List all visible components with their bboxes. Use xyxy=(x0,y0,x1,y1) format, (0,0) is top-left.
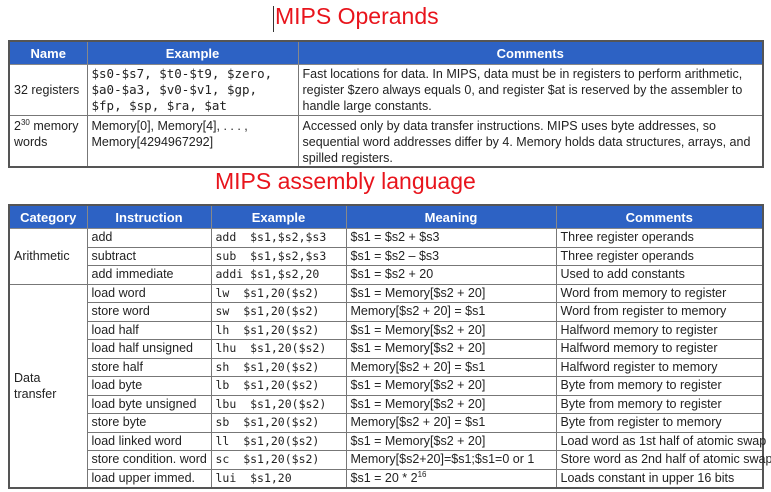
meaning-cell: $s1 = Memory[$s2 + 20] xyxy=(345,339,557,359)
comments-cell: Used to add constants xyxy=(555,265,764,285)
meaning-exponent: 16 xyxy=(417,469,427,479)
example-cell: add $s1,$s2,$s3 xyxy=(210,228,347,248)
comments-cell: Three register operands xyxy=(555,228,764,248)
instruction-cell: add immediate xyxy=(86,265,212,285)
comments-cell: Word from register to memory xyxy=(555,302,764,322)
comments-cell: Halfword register to memory xyxy=(555,357,764,377)
header-name: Name xyxy=(8,40,88,65)
example-cell: sh $s1,20($s2) xyxy=(210,357,347,377)
comments-cell: Load word as 1st half of atomic swap xyxy=(555,431,766,451)
table-row: store byte sb $s1,20($s2) Memory[$s2 + 20]… xyxy=(9,413,764,433)
meaning-cell: $s1 = Memory[$s2 + 20] xyxy=(345,376,557,396)
header-example: Example xyxy=(86,40,299,65)
header-instruction: Instruction xyxy=(86,204,212,229)
table-row: store half sh $s1,20($s2) Memory[$s2 + 20]… xyxy=(9,357,764,377)
name-exponent: 30 xyxy=(20,117,30,127)
instruction-cell: load word xyxy=(86,283,212,303)
comments-cell: Word from memory to register xyxy=(555,283,764,303)
assembly-table: Category Instruction Example Meaning Com… xyxy=(8,204,771,489)
example-cell: lh $s1,20($s2) xyxy=(210,320,347,340)
instruction-cell: load half xyxy=(86,320,212,340)
operand-name: 230 memory words xyxy=(8,115,88,168)
operands-table: Name Example Comments 32 registers $s0-$… xyxy=(8,40,764,168)
instruction-cell: load linked word xyxy=(86,431,212,451)
meaning-base: $s1 = 20 * 2 xyxy=(350,470,418,485)
instruction-cell: store byte xyxy=(86,413,212,433)
instruction-cell: subtract xyxy=(86,246,212,266)
table-row: load half unsigned lhu $s1,20($s2) $s1 = M… xyxy=(9,339,764,359)
comments-cell: Three register operands xyxy=(555,246,764,266)
example-cell: lb $s1,20($s2) xyxy=(210,376,347,396)
header-comments: Comments xyxy=(297,40,764,65)
example-cell: lui $s1,20 xyxy=(210,468,347,489)
comments-cell: Halfword memory to register xyxy=(555,339,764,359)
instruction-cell: load half unsigned xyxy=(86,339,212,359)
operand-example: $s0-$s7, $t0-$t9, $zero, $a0-$a3, $v0-$v… xyxy=(86,64,299,116)
example-cell: lbu $s1,20($s2) xyxy=(210,394,347,414)
assembly-header-row: Category Instruction Example Meaning Com… xyxy=(8,204,764,229)
operand-name: 32 registers xyxy=(8,64,88,116)
table-row: load linked word ll $s1,20($s2) $s1 = Memo… xyxy=(9,431,766,451)
comments-cell: Store word as 2nd half of atomic swap xyxy=(555,450,771,470)
comments-cell: Halfword memory to register xyxy=(555,320,764,340)
meaning-cell: Memory[$s2+20]=$s1;$s1=0 or 1 xyxy=(345,450,557,470)
instruction-cell: store half xyxy=(86,357,212,377)
operand-comments: Fast locations for data. In MIPS, data m… xyxy=(297,64,764,116)
table-row: store condition. word sc $s1,20($s2) Memor… xyxy=(9,450,771,470)
meaning-cell: $s1 = $s2 + $s3 xyxy=(345,228,557,248)
header-meaning: Meaning xyxy=(345,204,557,229)
meaning-cell: Memory[$s2 + 20] = $s1 xyxy=(345,357,557,377)
meaning-cell: $s1 = Memory[$s2 + 20] xyxy=(345,431,557,451)
category-cell: Arithmetic xyxy=(8,228,88,285)
header-category: Category xyxy=(8,204,88,229)
table-row: load half lh $s1,20($s2) $s1 = Memory[$s2 … xyxy=(9,320,764,340)
meaning-cell: $s1 = $s2 – $s3 xyxy=(345,246,557,266)
example-cell: sub $s1,$s2,$s3 xyxy=(210,246,347,266)
example-cell: ll $s1,20($s2) xyxy=(210,431,347,451)
table-row: Data transfer load word lw $s1,20($s2) $s1 … xyxy=(8,283,764,489)
meaning-cell: Memory[$s2 + 20] = $s1 xyxy=(345,302,557,322)
name-base: 2 xyxy=(14,119,21,133)
category-cell: Data transfer xyxy=(8,283,88,489)
table-row: load upper immed. lui $s1,20 $s1 = 20 * 21… xyxy=(9,468,764,489)
instruction-cell: load byte unsigned xyxy=(86,394,212,414)
instruction-cell: add xyxy=(86,228,212,248)
text-cursor xyxy=(273,6,274,32)
example-cell: lhu $s1,20($s2) xyxy=(210,339,347,359)
operands-header-row: Name Example Comments xyxy=(8,40,764,65)
operand-comments: Accessed only by data transfer instructi… xyxy=(297,115,764,168)
operands-title: MIPS Operands xyxy=(275,3,439,29)
comments-cell: Byte from memory to register xyxy=(555,394,764,414)
header-comments: Comments xyxy=(555,204,764,229)
meaning-cell: $s1 = Memory[$s2 + 20] xyxy=(345,320,557,340)
header-example: Example xyxy=(210,204,347,229)
table-row: add immediate addi $s1,$s2,20 $s1 = $s2 + … xyxy=(9,265,764,285)
example-cell: sw $s1,20($s2) xyxy=(210,302,347,322)
example-cell: addi $s1,$s2,20 xyxy=(210,265,347,285)
comments-cell: Byte from memory to register xyxy=(555,376,764,396)
meaning-cell: $s1 = $s2 + 20 xyxy=(345,265,557,285)
table-row: load byte unsigned lbu $s1,20($s2) $s1 = M… xyxy=(9,394,764,414)
meaning-cell: Memory[$s2 + 20] = $s1 xyxy=(345,413,557,433)
comments-cell: Loads constant in upper 16 bits xyxy=(555,468,764,489)
instruction-cell: load upper immed. xyxy=(86,468,212,489)
table-row: 32 registers $s0-$s7, $t0-$t9, $zero, $a… xyxy=(8,64,764,116)
table-row: Arithmetic add add $s1,$s2,$s3 $s1 = $s2 + … xyxy=(8,228,764,285)
example-cell: sc $s1,20($s2) xyxy=(210,450,347,470)
instruction-cell: store word xyxy=(86,302,212,322)
meaning-cell: $s1 = 20 * 216 xyxy=(345,468,557,489)
meaning-cell: $s1 = Memory[$s2 + 20] xyxy=(345,283,557,303)
example-cell: lw $s1,20($s2) xyxy=(210,283,347,303)
operand-example: Memory[0], Memory[4], . . . , Memory[429… xyxy=(86,115,299,168)
instruction-cell: load byte xyxy=(86,376,212,396)
table-row: 230 memory words Memory[0], Memory[4], .… xyxy=(8,115,764,168)
comments-cell: Byte from register to memory xyxy=(555,413,764,433)
table-row: load byte lb $s1,20($s2) $s1 = Memory[$s2 … xyxy=(9,376,764,396)
meaning-cell: $s1 = Memory[$s2 + 20] xyxy=(345,394,557,414)
example-cell: sb $s1,20($s2) xyxy=(210,413,347,433)
assembly-title: MIPS assembly language xyxy=(215,168,476,194)
table-row: store word sw $s1,20($s2) Memory[$s2 + 20]… xyxy=(9,302,764,322)
table-row: subtract sub $s1,$s2,$s3 $s1 = $s2 – $s3 Th… xyxy=(9,246,764,266)
instruction-cell: store condition. word xyxy=(86,450,212,470)
